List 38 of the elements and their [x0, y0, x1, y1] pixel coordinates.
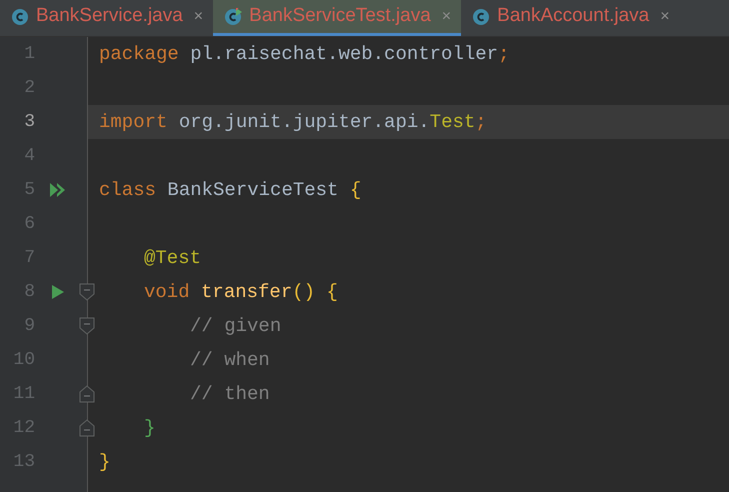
- fold-marker-icon[interactable]: [79, 317, 95, 335]
- code-token: org.junit.jupiter.api.: [178, 110, 430, 135]
- code-token: ;: [498, 42, 510, 67]
- play-icon[interactable]: [51, 284, 65, 300]
- code-token: import: [99, 110, 168, 135]
- line-number: 3: [23, 110, 35, 134]
- code-token: }: [99, 450, 110, 475]
- code-token: void: [144, 280, 191, 305]
- code-token: // given: [190, 314, 282, 339]
- double-play-icon[interactable]: [49, 182, 67, 198]
- code-token: package: [99, 42, 180, 67]
- tab-label: BankService.java: [36, 4, 183, 28]
- tab-label: BankAccount.java: [497, 4, 650, 28]
- code-token: () {: [292, 280, 338, 305]
- tab-label: BankServiceTest.java: [249, 4, 431, 28]
- code-token: ;: [475, 110, 487, 135]
- code-token: transfer: [201, 280, 292, 305]
- fold-marker-icon[interactable]: [79, 385, 95, 403]
- code-token: }: [144, 416, 156, 441]
- fold-marker-icon[interactable]: [79, 419, 95, 437]
- file-tab[interactable]: BankAccount.java ×: [461, 0, 680, 36]
- code-token: @Test: [144, 246, 202, 271]
- code-token: class: [99, 178, 158, 203]
- close-icon[interactable]: ×: [442, 4, 452, 28]
- file-tab[interactable]: BankServiceTest.java ×: [213, 0, 462, 36]
- close-icon[interactable]: ×: [660, 4, 670, 28]
- code-token: Test: [430, 110, 476, 135]
- class-icon: [11, 8, 29, 26]
- file-tab[interactable]: BankService.java ×: [0, 0, 214, 36]
- test-class-icon: [224, 8, 242, 26]
- close-icon[interactable]: ×: [194, 4, 204, 28]
- code-token: pl.raisechat.web.controller: [190, 42, 498, 67]
- fold-marker-icon[interactable]: [79, 283, 95, 301]
- code-token: {: [350, 178, 362, 203]
- code-token: BankServiceTest: [167, 178, 340, 203]
- code-token: // when: [190, 348, 270, 373]
- class-icon: [472, 8, 490, 26]
- code-token: // then: [190, 382, 270, 407]
